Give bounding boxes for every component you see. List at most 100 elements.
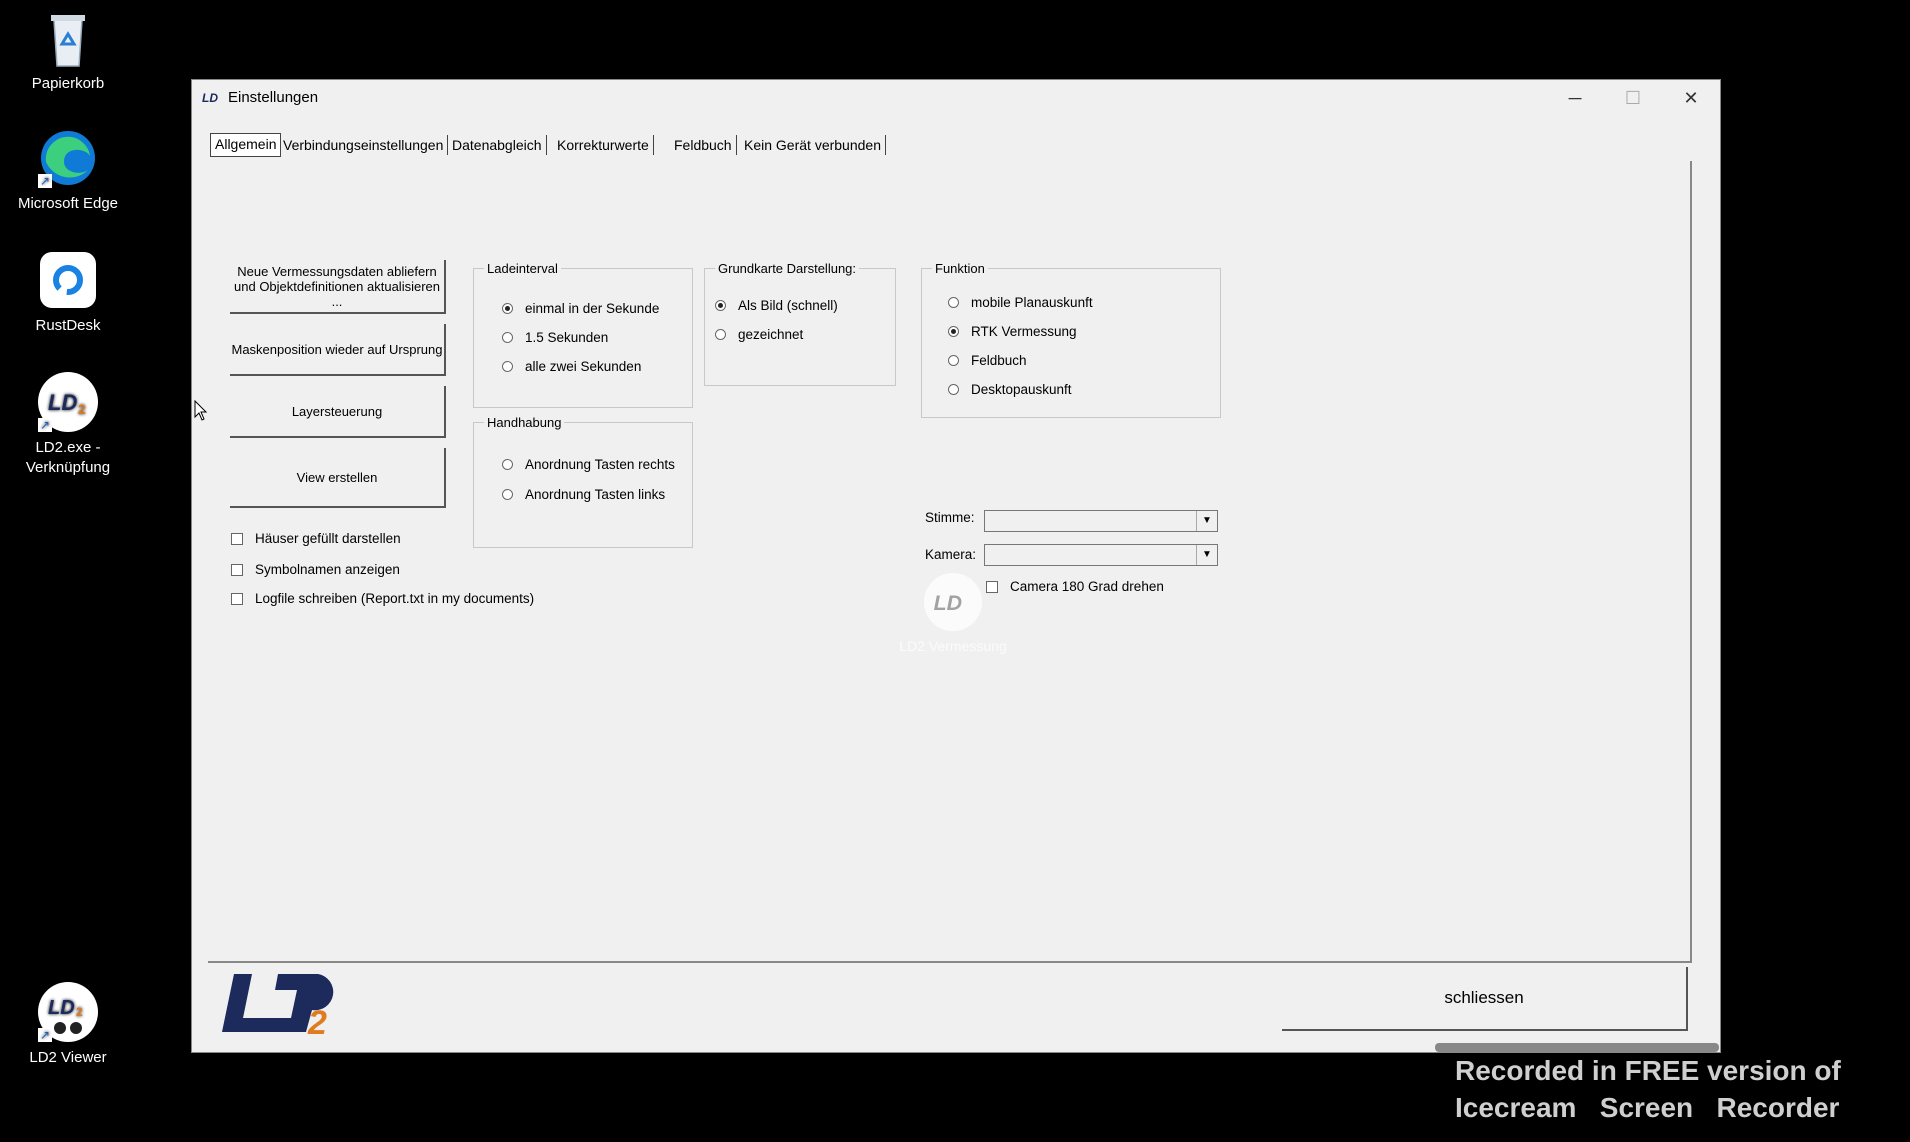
desktop-icon-rustdesk[interactable]: RustDesk: [8, 248, 128, 336]
desktop-icon-label: LD2.exe - Verknüpfung: [25, 439, 111, 476]
option-label: Anordnung Tasten links: [525, 487, 666, 502]
mouse-cursor-icon: [194, 399, 208, 427]
tab-datenabgleich[interactable]: Datenabgleich: [448, 135, 547, 155]
schliessen-button[interactable]: schliessen: [1282, 967, 1688, 1031]
ladeinterval-option-1[interactable]: einmal in der Sekunde: [502, 301, 659, 316]
stimme-label: Stimme:: [925, 510, 975, 525]
option-label: 1.5 Sekunden: [525, 330, 609, 345]
kamera-select[interactable]: ▼: [984, 544, 1218, 566]
radio-button[interactable]: [948, 326, 959, 337]
dragged-desktop-icon[interactable]: LD LD2 Vermessung: [893, 571, 1013, 654]
desktop-icon-ld2-viewer[interactable]: LD 2 ↗ LD2 Viewer: [8, 980, 128, 1068]
radio-button[interactable]: [502, 303, 513, 314]
desktop-icon-label: RustDesk: [35, 317, 101, 334]
ld2-app-icon: LD: [202, 90, 220, 105]
radio-button[interactable]: [948, 355, 959, 366]
funktion-option-planauskunft[interactable]: mobile Planauskunft: [948, 295, 1093, 310]
haeuser-checkbox[interactable]: [231, 532, 243, 545]
handhabung-option-links[interactable]: Anordnung Tasten links: [502, 487, 665, 502]
tab-allgemein[interactable]: Allgemein: [210, 133, 282, 157]
symbolnamen-label: Symbolnamen anzeigen: [255, 562, 400, 577]
radio-button[interactable]: [715, 329, 726, 340]
neue-vermessungsdaten-button[interactable]: Neue Vermessungsdaten abliefern und Obje…: [230, 260, 446, 314]
edge-icon: ↗: [36, 126, 100, 190]
grundkarte-legend: Grundkarte Darstellung:: [715, 261, 860, 276]
tab-panel-allgemein: Neue Vermessungsdaten abliefern und Obje…: [208, 161, 1692, 963]
radio-button[interactable]: [502, 332, 513, 343]
ld2-icon: LD: [923, 572, 983, 632]
svg-text:LD: LD: [48, 390, 77, 415]
desktop-icon-papierkorb[interactable]: Papierkorb: [8, 6, 128, 94]
maskenposition-button[interactable]: Maskenposition wieder auf Ursprung: [230, 324, 446, 376]
tab-feldbuch[interactable]: Feldbuch: [670, 135, 737, 155]
logfile-checkbox-row[interactable]: Logfile schreiben (Report.txt in my docu…: [231, 591, 534, 606]
svg-text:2: 2: [76, 1005, 83, 1019]
funktion-legend: Funktion: [932, 261, 988, 276]
window-title: Einstellungen: [228, 89, 319, 106]
tab-verbindungseinstellungen[interactable]: Verbindungseinstellungen: [279, 135, 449, 155]
maximize-button[interactable]: ☐: [1604, 80, 1662, 116]
desktop-icon-ld2-shortcut[interactable]: LD 2 ↗ LD2.exe - Verknüpfung: [8, 370, 128, 478]
option-label: mobile Planauskunft: [971, 295, 1093, 310]
desktop-icon-label: Papierkorb: [31, 75, 105, 92]
ld2-viewer-icon: LD 2 ↗: [36, 980, 100, 1044]
ld2-logo: 2: [216, 966, 348, 1043]
view-erstellen-button[interactable]: View erstellen: [230, 448, 446, 508]
symbolnamen-checkbox-row[interactable]: Symbolnamen anzeigen: [231, 562, 400, 577]
funktion-option-rtk[interactable]: RTK Vermessung: [948, 324, 1077, 339]
chevron-down-icon[interactable]: ▼: [1196, 511, 1217, 531]
haeuser-label: Häuser gefüllt darstellen: [255, 531, 401, 546]
radio-button[interactable]: [715, 300, 726, 311]
option-label: Anordnung Tasten rechts: [525, 457, 675, 472]
title-bar[interactable]: LD Einstellungen ─ ☐ ✕: [192, 80, 1720, 116]
recorder-watermark: Recorded in FREE version of Icecream Scr…: [1455, 1052, 1841, 1126]
rustdesk-icon: [36, 248, 100, 312]
tab-korrekturwerte[interactable]: Korrekturwerte: [553, 135, 654, 155]
funktion-group: Funktion mobile Planauskunft RTK Vermess…: [921, 261, 1221, 418]
option-label: Feldbuch: [971, 353, 1027, 368]
radio-button[interactable]: [502, 459, 513, 470]
tab-kein-geraet[interactable]: Kein Gerät verbunden: [740, 135, 886, 155]
watermark-line-2: Icecream Screen Recorder: [1455, 1092, 1840, 1123]
svg-text:LD: LD: [934, 591, 962, 615]
radio-button[interactable]: [948, 297, 959, 308]
radio-button[interactable]: [948, 384, 959, 395]
svg-text:2: 2: [78, 401, 86, 417]
ladeinterval-group: Ladeinterval einmal in der Sekunde 1.5 S…: [473, 261, 693, 408]
option-label: gezeichnet: [738, 327, 804, 342]
layersteuerung-button[interactable]: Layersteuerung: [230, 386, 446, 438]
recycle-bin-icon: [36, 6, 100, 70]
haeuser-checkbox-row[interactable]: Häuser gefüllt darstellen: [231, 531, 401, 546]
ld2-icon: LD 2 ↗: [36, 370, 100, 434]
handhabung-option-rechts[interactable]: Anordnung Tasten rechts: [502, 457, 675, 472]
handhabung-group: Handhabung Anordnung Tasten rechts Anord…: [473, 415, 693, 548]
radio-button[interactable]: [502, 489, 513, 500]
radio-button[interactable]: [502, 361, 513, 372]
desktop-icon-edge[interactable]: ↗ Microsoft Edge: [8, 126, 128, 214]
option-label: RTK Vermessung: [971, 324, 1077, 339]
logfile-checkbox[interactable]: [231, 592, 243, 605]
ladeinterval-option-2[interactable]: 1.5 Sekunden: [502, 330, 608, 345]
grundkarte-option-gezeichnet[interactable]: gezeichnet: [715, 327, 803, 342]
option-label: alle zwei Sekunden: [525, 359, 642, 374]
chevron-down-icon[interactable]: ▼: [1196, 545, 1217, 565]
stimme-select[interactable]: ▼: [984, 510, 1218, 532]
ladeinterval-legend: Ladeinterval: [484, 261, 561, 276]
funktion-option-desktopauskunft[interactable]: Desktopauskunft: [948, 382, 1072, 397]
minimize-button[interactable]: ─: [1546, 80, 1604, 116]
kamera-label: Kamera:: [925, 547, 977, 562]
option-label: Als Bild (schnell): [738, 298, 838, 313]
grundkarte-group: Grundkarte Darstellung: Als Bild (schnel…: [704, 261, 896, 386]
funktion-option-feldbuch[interactable]: Feldbuch: [948, 353, 1027, 368]
symbolnamen-checkbox[interactable]: [231, 563, 243, 576]
watermark-line-1: Recorded in FREE version of: [1455, 1055, 1841, 1086]
grundkarte-option-bild[interactable]: Als Bild (schnell): [715, 298, 838, 313]
svg-text:2: 2: [307, 1004, 327, 1038]
svg-text:LD: LD: [48, 997, 75, 1019]
horizontal-scrollbar[interactable]: [1435, 1043, 1719, 1052]
svg-text:LD: LD: [202, 91, 218, 104]
close-window-button[interactable]: ✕: [1662, 80, 1720, 116]
settings-window: LD Einstellungen ─ ☐ ✕ Allgemein Verbind…: [191, 79, 1721, 1053]
ladeinterval-option-3[interactable]: alle zwei Sekunden: [502, 359, 641, 374]
handhabung-legend: Handhabung: [484, 415, 565, 430]
